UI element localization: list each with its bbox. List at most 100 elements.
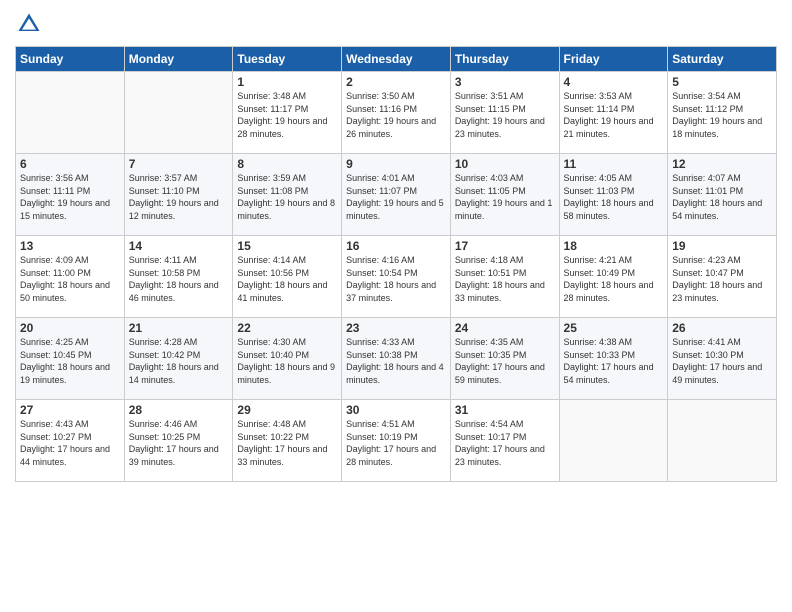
day-info: Sunrise: 4:14 AM Sunset: 10:56 PM Daylig… [237, 254, 337, 304]
day-info: Sunrise: 4:21 AM Sunset: 10:49 PM Daylig… [564, 254, 664, 304]
day-number: 23 [346, 321, 446, 335]
calendar-cell: 28Sunrise: 4:46 AM Sunset: 10:25 PM Dayl… [124, 400, 233, 482]
day-info: Sunrise: 4:23 AM Sunset: 10:47 PM Daylig… [672, 254, 772, 304]
calendar-cell: 30Sunrise: 4:51 AM Sunset: 10:19 PM Dayl… [342, 400, 451, 482]
day-number: 22 [237, 321, 337, 335]
calendar-cell: 31Sunrise: 4:54 AM Sunset: 10:17 PM Dayl… [450, 400, 559, 482]
day-info: Sunrise: 4:35 AM Sunset: 10:35 PM Daylig… [455, 336, 555, 386]
day-number: 21 [129, 321, 229, 335]
day-number: 13 [20, 239, 120, 253]
day-info: Sunrise: 4:25 AM Sunset: 10:45 PM Daylig… [20, 336, 120, 386]
calendar-cell: 17Sunrise: 4:18 AM Sunset: 10:51 PM Dayl… [450, 236, 559, 318]
day-number: 8 [237, 157, 337, 171]
calendar-cell [16, 72, 125, 154]
day-number: 29 [237, 403, 337, 417]
day-number: 26 [672, 321, 772, 335]
calendar-cell: 16Sunrise: 4:16 AM Sunset: 10:54 PM Dayl… [342, 236, 451, 318]
day-number: 1 [237, 75, 337, 89]
day-number: 5 [672, 75, 772, 89]
week-row-3: 20Sunrise: 4:25 AM Sunset: 10:45 PM Dayl… [16, 318, 777, 400]
day-number: 25 [564, 321, 664, 335]
header-day-tuesday: Tuesday [233, 47, 342, 72]
calendar-cell: 8Sunrise: 3:59 AM Sunset: 11:08 PM Dayli… [233, 154, 342, 236]
logo-icon [15, 10, 43, 38]
day-number: 10 [455, 157, 555, 171]
calendar-cell: 6Sunrise: 3:56 AM Sunset: 11:11 PM Dayli… [16, 154, 125, 236]
day-number: 20 [20, 321, 120, 335]
day-info: Sunrise: 4:51 AM Sunset: 10:19 PM Daylig… [346, 418, 446, 468]
calendar-body: 1Sunrise: 3:48 AM Sunset: 11:17 PM Dayli… [16, 72, 777, 482]
day-number: 19 [672, 239, 772, 253]
page: SundayMondayTuesdayWednesdayThursdayFrid… [0, 0, 792, 612]
day-number: 4 [564, 75, 664, 89]
calendar-cell [559, 400, 668, 482]
day-info: Sunrise: 4:01 AM Sunset: 11:07 PM Daylig… [346, 172, 446, 222]
day-number: 14 [129, 239, 229, 253]
calendar-cell: 14Sunrise: 4:11 AM Sunset: 10:58 PM Dayl… [124, 236, 233, 318]
week-row-4: 27Sunrise: 4:43 AM Sunset: 10:27 PM Dayl… [16, 400, 777, 482]
day-info: Sunrise: 4:18 AM Sunset: 10:51 PM Daylig… [455, 254, 555, 304]
day-number: 11 [564, 157, 664, 171]
calendar-cell: 1Sunrise: 3:48 AM Sunset: 11:17 PM Dayli… [233, 72, 342, 154]
day-info: Sunrise: 4:11 AM Sunset: 10:58 PM Daylig… [129, 254, 229, 304]
day-number: 18 [564, 239, 664, 253]
day-number: 27 [20, 403, 120, 417]
calendar-cell [124, 72, 233, 154]
calendar-cell: 10Sunrise: 4:03 AM Sunset: 11:05 PM Dayl… [450, 154, 559, 236]
day-number: 16 [346, 239, 446, 253]
calendar-cell: 20Sunrise: 4:25 AM Sunset: 10:45 PM Dayl… [16, 318, 125, 400]
day-number: 7 [129, 157, 229, 171]
header-day-wednesday: Wednesday [342, 47, 451, 72]
header-day-monday: Monday [124, 47, 233, 72]
day-info: Sunrise: 4:09 AM Sunset: 11:00 PM Daylig… [20, 254, 120, 304]
calendar-cell: 26Sunrise: 4:41 AM Sunset: 10:30 PM Dayl… [668, 318, 777, 400]
day-number: 2 [346, 75, 446, 89]
day-info: Sunrise: 4:03 AM Sunset: 11:05 PM Daylig… [455, 172, 555, 222]
calendar-cell: 5Sunrise: 3:54 AM Sunset: 11:12 PM Dayli… [668, 72, 777, 154]
day-info: Sunrise: 3:53 AM Sunset: 11:14 PM Daylig… [564, 90, 664, 140]
calendar-cell: 18Sunrise: 4:21 AM Sunset: 10:49 PM Dayl… [559, 236, 668, 318]
week-row-1: 6Sunrise: 3:56 AM Sunset: 11:11 PM Dayli… [16, 154, 777, 236]
day-info: Sunrise: 3:48 AM Sunset: 11:17 PM Daylig… [237, 90, 337, 140]
day-info: Sunrise: 4:30 AM Sunset: 10:40 PM Daylig… [237, 336, 337, 386]
header-day-sunday: Sunday [16, 47, 125, 72]
day-number: 6 [20, 157, 120, 171]
day-number: 15 [237, 239, 337, 253]
calendar-cell: 11Sunrise: 4:05 AM Sunset: 11:03 PM Dayl… [559, 154, 668, 236]
calendar-cell: 21Sunrise: 4:28 AM Sunset: 10:42 PM Dayl… [124, 318, 233, 400]
calendar-cell: 2Sunrise: 3:50 AM Sunset: 11:16 PM Dayli… [342, 72, 451, 154]
calendar-cell: 19Sunrise: 4:23 AM Sunset: 10:47 PM Dayl… [668, 236, 777, 318]
day-info: Sunrise: 4:41 AM Sunset: 10:30 PM Daylig… [672, 336, 772, 386]
calendar-cell: 23Sunrise: 4:33 AM Sunset: 10:38 PM Dayl… [342, 318, 451, 400]
calendar-cell: 4Sunrise: 3:53 AM Sunset: 11:14 PM Dayli… [559, 72, 668, 154]
day-info: Sunrise: 3:50 AM Sunset: 11:16 PM Daylig… [346, 90, 446, 140]
calendar-cell: 12Sunrise: 4:07 AM Sunset: 11:01 PM Dayl… [668, 154, 777, 236]
day-number: 12 [672, 157, 772, 171]
calendar-cell: 24Sunrise: 4:35 AM Sunset: 10:35 PM Dayl… [450, 318, 559, 400]
logo [15, 10, 47, 38]
week-row-0: 1Sunrise: 3:48 AM Sunset: 11:17 PM Dayli… [16, 72, 777, 154]
header-day-friday: Friday [559, 47, 668, 72]
day-info: Sunrise: 3:57 AM Sunset: 11:10 PM Daylig… [129, 172, 229, 222]
calendar-cell: 3Sunrise: 3:51 AM Sunset: 11:15 PM Dayli… [450, 72, 559, 154]
day-info: Sunrise: 3:56 AM Sunset: 11:11 PM Daylig… [20, 172, 120, 222]
day-info: Sunrise: 4:38 AM Sunset: 10:33 PM Daylig… [564, 336, 664, 386]
calendar-cell: 7Sunrise: 3:57 AM Sunset: 11:10 PM Dayli… [124, 154, 233, 236]
header-row: SundayMondayTuesdayWednesdayThursdayFrid… [16, 47, 777, 72]
day-info: Sunrise: 4:16 AM Sunset: 10:54 PM Daylig… [346, 254, 446, 304]
calendar-header: SundayMondayTuesdayWednesdayThursdayFrid… [16, 47, 777, 72]
day-info: Sunrise: 4:46 AM Sunset: 10:25 PM Daylig… [129, 418, 229, 468]
day-number: 30 [346, 403, 446, 417]
header-day-thursday: Thursday [450, 47, 559, 72]
calendar-cell: 22Sunrise: 4:30 AM Sunset: 10:40 PM Dayl… [233, 318, 342, 400]
day-info: Sunrise: 4:43 AM Sunset: 10:27 PM Daylig… [20, 418, 120, 468]
day-info: Sunrise: 4:54 AM Sunset: 10:17 PM Daylig… [455, 418, 555, 468]
calendar-cell: 27Sunrise: 4:43 AM Sunset: 10:27 PM Dayl… [16, 400, 125, 482]
day-info: Sunrise: 4:07 AM Sunset: 11:01 PM Daylig… [672, 172, 772, 222]
calendar-cell: 29Sunrise: 4:48 AM Sunset: 10:22 PM Dayl… [233, 400, 342, 482]
day-number: 17 [455, 239, 555, 253]
header-day-saturday: Saturday [668, 47, 777, 72]
day-number: 3 [455, 75, 555, 89]
day-number: 24 [455, 321, 555, 335]
day-info: Sunrise: 3:59 AM Sunset: 11:08 PM Daylig… [237, 172, 337, 222]
